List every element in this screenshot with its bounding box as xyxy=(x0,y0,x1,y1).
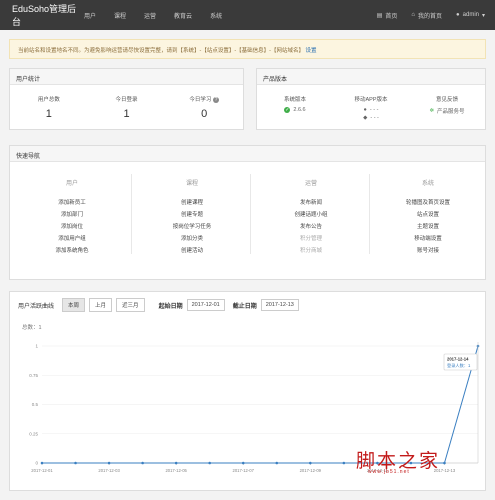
product-version-panel: 产品版本 系统版本 ✓ 2.6.6 移动APP版本 ● - - - ◆ - - - 意… xyxy=(256,68,486,130)
quick-link[interactable]: 创建活动 xyxy=(134,245,250,257)
caret-down-icon: ▾ xyxy=(481,12,485,19)
wechat-icon: ✲ xyxy=(429,108,435,114)
quick-nav-operations: 运营 发布新闻 创建话题小组 发布公告 积分管理 积分商城 xyxy=(253,178,369,257)
quick-link[interactable]: 创建话题小组 xyxy=(253,209,369,221)
divider xyxy=(250,174,251,254)
top-right-menu: ▤ 首页 ⌂ 我的首页 ● admin ▾ xyxy=(377,11,495,20)
brand-logo[interactable]: EduSoho管理后台 xyxy=(0,2,84,28)
chart-controls: 用户活跃曲线 本周 上月 近三月 起始日期 2017-12-01 截止日期 20… xyxy=(18,298,299,312)
divider xyxy=(131,174,132,254)
quick-link[interactable]: 添加新员工 xyxy=(14,197,130,209)
quick-link[interactable]: 添加用户组 xyxy=(14,233,130,245)
y-tick-label: 0 xyxy=(35,461,38,466)
last-month-button[interactable]: 上月 xyxy=(89,298,113,312)
data-point xyxy=(309,461,312,465)
quick-nav-courses: 课程 创建课程 创建专题 按岗位学习任务 添加分类 创建活动 xyxy=(134,178,250,257)
x-tick-label: 2017-12-01 xyxy=(31,468,53,473)
quick-nav-users: 用户 添加新员工 添加部门 添加岗位 添加用户组 添加系统角色 xyxy=(14,178,130,257)
quick-link[interactable]: 添加岗位 xyxy=(14,221,130,233)
quick-link[interactable]: 发布公告 xyxy=(253,221,369,233)
end-date-label: 截止日期 xyxy=(232,303,257,310)
home-icon: ▤ xyxy=(376,12,383,19)
house-icon: ⌂ xyxy=(411,12,415,18)
quick-link[interactable]: 账号对接 xyxy=(370,245,486,257)
check-icon: ✓ xyxy=(284,107,291,113)
data-point xyxy=(241,461,245,465)
y-tick-label: 0.5 xyxy=(32,402,39,407)
data-point xyxy=(107,461,111,465)
stat-today-login: 今日登录 1 xyxy=(115,97,138,120)
quick-nav-panel: 快速导航 用户 添加新员工 添加部门 添加岗位 添加用户组 添加系统角色 课程 … xyxy=(9,145,486,280)
user-menu[interactable]: ● admin ▾ xyxy=(456,12,485,19)
y-tick-label: 0.75 xyxy=(29,373,38,378)
nav-operations[interactable]: 运营 xyxy=(144,11,156,20)
quick-link[interactable]: 发布新闻 xyxy=(253,197,369,209)
apple-icon: ● xyxy=(363,107,367,113)
system-version: 系统版本 ✓ 2.6.6 xyxy=(283,97,306,113)
x-tick-label: 2017-12-09 xyxy=(300,468,322,473)
feedback: 意见反馈 ✲ 产品服务号 xyxy=(409,95,485,121)
tooltip-value: 登录人数：1 xyxy=(447,362,471,369)
my-home-link[interactable]: ⌂ 我的首页 xyxy=(411,11,442,20)
this-week-button[interactable]: 本周 xyxy=(62,298,86,312)
quick-link[interactable]: 添加分类 xyxy=(134,233,250,245)
nav-system[interactable]: 系统 xyxy=(210,11,222,20)
data-point xyxy=(74,461,77,465)
panel-title: 用户统计 xyxy=(10,69,243,85)
start-date-input[interactable]: 2017-12-01 xyxy=(186,299,225,311)
data-point xyxy=(208,461,211,465)
data-point xyxy=(174,461,178,465)
top-navbar: EduSoho管理后台 用户 课程 运营 教育云 系统 ▤ 首页 ⌂ 我的首页 … xyxy=(0,0,495,30)
x-tick-label: 2017-12-07 xyxy=(233,468,255,473)
data-point xyxy=(141,461,144,465)
home-link[interactable]: ▤ 首页 xyxy=(377,11,398,20)
chart-title: 用户活跃曲线 xyxy=(18,303,55,310)
domain-warning-notice: 当前站名和设置地名不同。为避免影响运营请尽快设置完整，请到【系统】-【站点设置】… xyxy=(9,39,486,59)
user-icon: ● xyxy=(456,12,460,18)
main-nav: 用户 课程 运营 教育云 系统 xyxy=(84,11,222,20)
tooltip-date: 2017-12-14 xyxy=(447,357,469,362)
user-stats-panel: 用户统计 用户总数 1 今日登录 1 今日学习 ? 0 xyxy=(9,68,244,130)
x-tick-label: 2017-12-03 xyxy=(98,468,120,473)
quick-link[interactable]: 积分商城 xyxy=(253,245,369,257)
watermark-url: www.jb51.net xyxy=(368,469,410,475)
quick-link[interactable]: 主题设置 xyxy=(370,221,486,233)
quick-link[interactable]: 积分管理 xyxy=(253,233,369,245)
data-point xyxy=(40,461,44,465)
nav-users[interactable]: 用户 xyxy=(84,11,96,20)
quick-link[interactable]: 创建课程 xyxy=(134,197,250,209)
quick-link[interactable]: 站点设置 xyxy=(370,209,486,221)
quick-link[interactable]: 创建专题 xyxy=(134,209,250,221)
stat-today-study: 今日学习 ? 0 xyxy=(189,96,219,120)
nav-education-cloud[interactable]: 教育云 xyxy=(174,11,192,20)
quick-link[interactable]: 移动端设置 xyxy=(370,233,486,245)
quick-nav-system: 系统 轮播图及首页设置 站点设置 主题设置 移动端设置 账号对接 xyxy=(370,178,486,257)
y-tick-label: 1 xyxy=(35,344,38,349)
panel-title: 产品版本 xyxy=(257,69,485,85)
app-version: 移动APP版本 ● - - - ◆ - - - xyxy=(354,97,388,121)
quick-link[interactable]: 按岗位学习任务 xyxy=(134,221,250,233)
help-icon[interactable]: ? xyxy=(212,96,219,103)
data-point xyxy=(275,461,279,465)
end-date-input[interactable]: 2017-12-13 xyxy=(260,299,299,311)
quick-link[interactable]: 添加系统角色 xyxy=(14,245,130,257)
last-three-months-button[interactable]: 近三月 xyxy=(116,298,145,312)
data-point xyxy=(443,461,446,465)
data-point xyxy=(342,461,346,465)
nav-courses[interactable]: 课程 xyxy=(114,11,126,20)
android-icon: ◆ xyxy=(363,115,368,121)
y-tick-label: 0.25 xyxy=(29,431,38,436)
quick-link[interactable]: 轮播图及首页设置 xyxy=(370,197,486,209)
feedback-link[interactable]: ✲ 产品服务号 xyxy=(409,107,485,115)
quick-link[interactable]: 添加部门 xyxy=(14,209,130,221)
panel-title: 快速导航 xyxy=(10,146,485,162)
notice-text: 当前站名和设置地名不同。为避免影响运营请尽快设置完整，请到【系统】-【站点设置】… xyxy=(18,48,304,54)
x-tick-label: 2017-12-05 xyxy=(165,468,187,473)
start-date-label: 起始日期 xyxy=(158,303,183,310)
notice-settings-link[interactable]: 设置 xyxy=(306,48,317,54)
stat-total-users: 用户总数 1 xyxy=(37,97,60,120)
